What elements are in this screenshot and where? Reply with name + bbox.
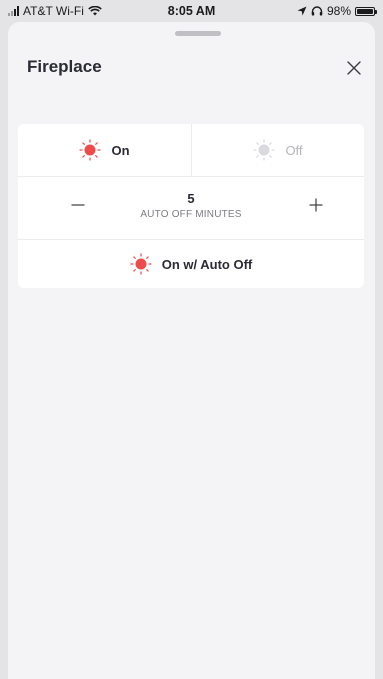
off-button[interactable]: Off: [191, 124, 364, 176]
plus-icon: [309, 198, 323, 212]
power-toggle-row: On Off: [18, 124, 364, 176]
on-with-auto-off-label: On w/ Auto Off: [161, 256, 253, 272]
controls-card: On Off 5 AUTO OFF MINUTES On w/ Auto Off: [18, 124, 364, 288]
headphones-icon: [311, 6, 323, 16]
page-title: Fireplace: [27, 57, 102, 76]
auto-off-stepper: 5 AUTO OFF MINUTES: [18, 177, 364, 239]
close-button[interactable]: [344, 58, 364, 78]
battery-fill: [357, 8, 373, 14]
on-button[interactable]: On: [18, 124, 191, 176]
battery-percent: 98%: [326, 4, 351, 18]
status-bar: AT&T Wi-Fi 8:05 AM 98%: [0, 0, 383, 22]
sheet-grabber[interactable]: [175, 31, 221, 36]
increment-button[interactable]: [306, 195, 326, 215]
on-with-auto-off-button[interactable]: On w/ Auto Off: [18, 240, 364, 288]
battery-icon: [355, 6, 377, 16]
location-icon: [297, 6, 307, 16]
close-icon: [347, 61, 361, 75]
off-label: Off: [285, 142, 303, 158]
sun-icon-inactive: [253, 139, 276, 161]
fireplace-sheet: Fireplace On Off 5 AUTO OFF MINUTES On w…: [8, 22, 375, 679]
sun-icon-active: [130, 253, 152, 275]
sun-icon-active: [79, 139, 102, 161]
on-label: On: [111, 142, 130, 158]
status-bar-right: 98%: [297, 4, 377, 18]
